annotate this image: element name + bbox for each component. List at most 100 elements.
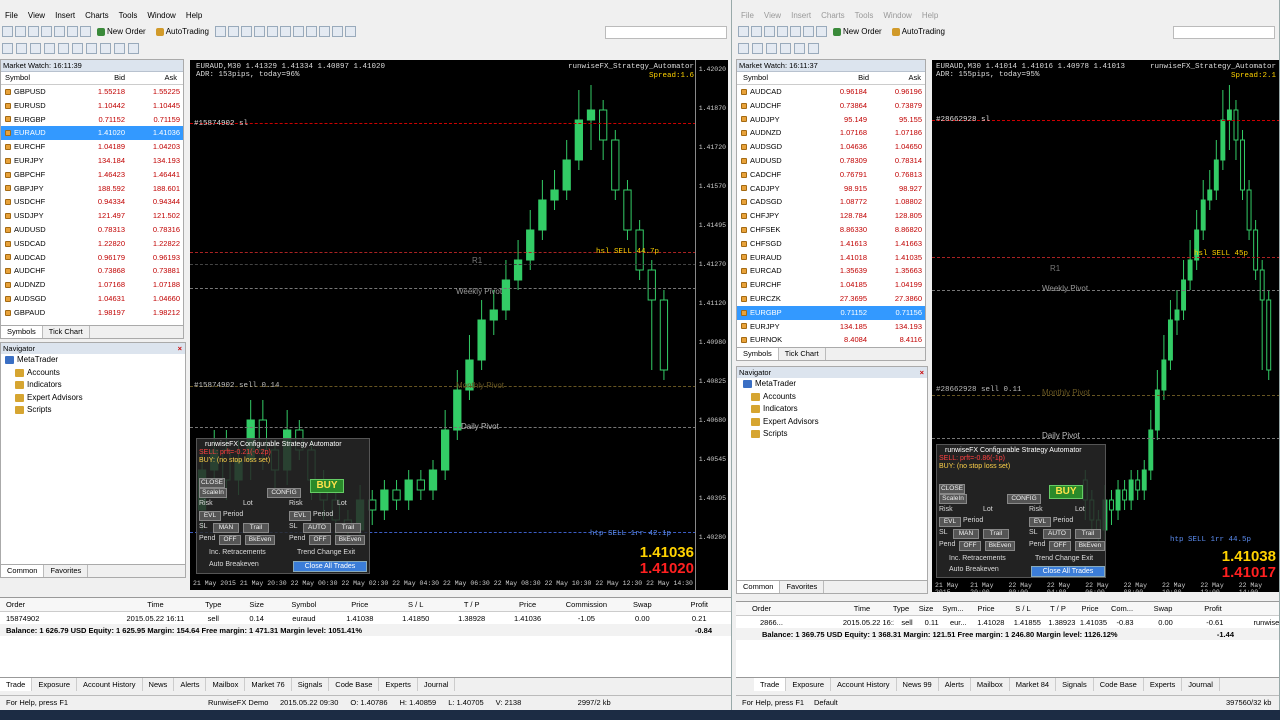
terminal-col-header[interactable]: Order bbox=[736, 604, 836, 613]
terminal-tab[interactable]: News bbox=[143, 678, 175, 691]
arrows-icon[interactable] bbox=[128, 43, 139, 54]
scalein-button-right[interactable]: ScaleIn bbox=[939, 494, 967, 504]
col-ask[interactable]: Ask bbox=[125, 72, 177, 84]
scalein-button[interactable]: ScaleIn bbox=[199, 488, 227, 498]
terminal-tab[interactable]: Mailbox bbox=[206, 678, 246, 691]
auto-breakeven-checkbox-right[interactable]: Auto Breakeven bbox=[949, 566, 999, 573]
sl-auto-select-right[interactable]: AUTO bbox=[1043, 529, 1071, 539]
buy-button[interactable]: BUY bbox=[310, 479, 344, 493]
terminal-tab[interactable]: News 99 bbox=[897, 678, 939, 691]
terminal-tab[interactable]: Code Base bbox=[1094, 678, 1144, 691]
symbol-row[interactable]: USDJPY 121.497 121.502 bbox=[1, 209, 183, 223]
close-icon[interactable]: × bbox=[920, 367, 924, 378]
sl-auto-select[interactable]: AUTO bbox=[303, 523, 331, 533]
menu-help[interactable]: Help bbox=[181, 11, 207, 20]
col-symbol[interactable]: Symbol bbox=[1, 72, 75, 84]
symbol-row[interactable]: EURNOK 8.4084 8.4116 bbox=[737, 333, 925, 347]
evl-buy-select[interactable]: EVL bbox=[289, 511, 311, 521]
symbol-row[interactable]: CHFSEK 8.86330 8.86820 bbox=[737, 223, 925, 237]
cursor-icon[interactable] bbox=[738, 43, 749, 54]
terminal-col-header[interactable]: Com... bbox=[1106, 604, 1138, 613]
symbol-row[interactable]: EURJPY 134.185 134.193 bbox=[737, 320, 925, 334]
new-order-button-right[interactable]: New Order bbox=[829, 25, 886, 39]
menu-file-right[interactable]: File bbox=[736, 11, 759, 20]
terminal-col-header[interactable]: Price bbox=[1074, 604, 1106, 613]
nav-accounts[interactable]: Accounts bbox=[1, 367, 185, 380]
symbol-row[interactable]: AUDCHF 0.73868 0.73881 bbox=[1, 264, 183, 278]
nav-expert-advisors[interactable]: Expert Advisors bbox=[1, 392, 185, 405]
tab-common-right[interactable]: Common bbox=[737, 581, 781, 593]
pend-buy-select[interactable]: OFF bbox=[309, 535, 331, 545]
evl-sell-select-right[interactable]: EVL bbox=[939, 517, 961, 527]
zoom-in-icon[interactable] bbox=[253, 26, 265, 37]
symbol-row[interactable]: CADJPY 98.915 98.927 bbox=[737, 182, 925, 196]
terminal-col-header[interactable]: Commission bbox=[556, 600, 618, 609]
data-window-icon[interactable] bbox=[41, 26, 52, 37]
indicators-icon[interactable] bbox=[318, 26, 330, 37]
autotrading-button-right[interactable]: AutoTrading bbox=[888, 25, 949, 39]
terminal-tab[interactable]: Account History bbox=[77, 678, 143, 691]
trendline-icon[interactable] bbox=[794, 43, 805, 54]
data-window-icon[interactable] bbox=[777, 26, 788, 37]
terminal-col-header[interactable]: Price bbox=[332, 600, 388, 609]
terminal-col-header[interactable]: Price bbox=[968, 604, 1004, 613]
profiles-icon[interactable] bbox=[15, 26, 26, 37]
menu-insert-right[interactable]: Insert bbox=[786, 11, 816, 20]
trend-change-checkbox-right[interactable]: Trend Change Exit bbox=[1035, 555, 1093, 562]
text-icon[interactable] bbox=[808, 43, 819, 54]
profiles-icon[interactable] bbox=[751, 26, 762, 37]
new-chart-icon[interactable] bbox=[738, 26, 749, 37]
symbol-row[interactable]: CADSGD 1.08772 1.08802 bbox=[737, 195, 925, 209]
trail-sell-button[interactable]: Trail bbox=[243, 523, 269, 533]
symbol-row[interactable]: GBPCHF 1.46423 1.46441 bbox=[1, 168, 183, 182]
terminal-tab[interactable]: Signals bbox=[292, 678, 330, 691]
tab-tick-chart[interactable]: Tick Chart bbox=[43, 326, 90, 338]
terminal-tab[interactable]: Journal bbox=[418, 678, 456, 691]
auto-scroll-icon[interactable] bbox=[292, 26, 304, 37]
horizontal-line-icon[interactable] bbox=[780, 43, 791, 54]
menu-window-right[interactable]: Window bbox=[878, 11, 916, 20]
nav-indicators[interactable]: Indicators bbox=[1, 379, 185, 392]
sl-man-select-right[interactable]: MAN bbox=[953, 529, 979, 539]
terminal-col-header[interactable]: S / L bbox=[1004, 604, 1042, 613]
evl-buy-select-right[interactable]: EVL bbox=[1029, 517, 1051, 527]
terminal-tab[interactable]: Signals bbox=[1056, 678, 1094, 691]
close-button[interactable]: CLOSE bbox=[199, 478, 225, 488]
symbol-row[interactable]: EURCZK 27.3695 27.3860 bbox=[737, 292, 925, 306]
zoom-out-icon[interactable] bbox=[266, 26, 278, 37]
terminal-col-header[interactable]: Type bbox=[888, 604, 914, 613]
terminal-tab[interactable]: Trade bbox=[754, 678, 787, 691]
symbol-row[interactable]: GBPAUD 1.98197 1.98212 bbox=[1, 306, 183, 320]
navigator-icon[interactable] bbox=[790, 26, 801, 37]
symbol-row[interactable]: AUDUSD 0.78313 0.78316 bbox=[1, 223, 183, 237]
symbol-row[interactable]: GBPJPY 188.592 188.601 bbox=[1, 182, 183, 196]
market-watch-icon[interactable] bbox=[28, 26, 39, 37]
trail-sell-button-right[interactable]: Trail bbox=[983, 529, 1009, 539]
terminal-tab[interactable]: Journal bbox=[1182, 678, 1220, 691]
menu-charts[interactable]: Charts bbox=[80, 11, 114, 20]
new-chart-icon[interactable] bbox=[2, 26, 13, 37]
autotrading-button[interactable]: AutoTrading bbox=[152, 25, 213, 39]
terminal-col-header[interactable]: Swap bbox=[1138, 604, 1188, 613]
close-all-trades-button[interactable]: Close All Trades bbox=[293, 561, 367, 572]
terminal-col-header[interactable]: Profit bbox=[667, 600, 731, 609]
nav-metatrader[interactable]: MetaTrader bbox=[1, 354, 185, 367]
tester-icon[interactable] bbox=[80, 26, 91, 37]
symbol-row[interactable]: EURAUD 1.41018 1.41035 bbox=[737, 251, 925, 265]
terminal-icon[interactable] bbox=[67, 26, 78, 37]
trendline-icon[interactable] bbox=[58, 43, 69, 54]
symbol-row[interactable]: CADCHF 0.76791 0.76813 bbox=[737, 168, 925, 182]
new-order-button[interactable]: New Order bbox=[93, 25, 150, 39]
tab-symbols-right[interactable]: Symbols bbox=[737, 348, 779, 360]
cursor-icon[interactable] bbox=[2, 43, 13, 54]
close-all-trades-button-right[interactable]: Close All Trades bbox=[1031, 566, 1105, 577]
navigator-icon[interactable] bbox=[54, 26, 65, 37]
fibonacci-icon[interactable] bbox=[86, 43, 97, 54]
terminal-col-header[interactable]: Swap bbox=[617, 600, 667, 609]
trend-change-checkbox[interactable]: Trend Change Exit bbox=[297, 549, 355, 556]
horizontal-line-icon[interactable] bbox=[44, 43, 55, 54]
col-ask-right[interactable]: Ask bbox=[869, 72, 921, 84]
close-button-right[interactable]: CLOSE bbox=[939, 484, 965, 494]
sl-man-select[interactable]: MAN bbox=[213, 523, 239, 533]
nav-scripts-right[interactable]: Scripts bbox=[737, 428, 927, 441]
